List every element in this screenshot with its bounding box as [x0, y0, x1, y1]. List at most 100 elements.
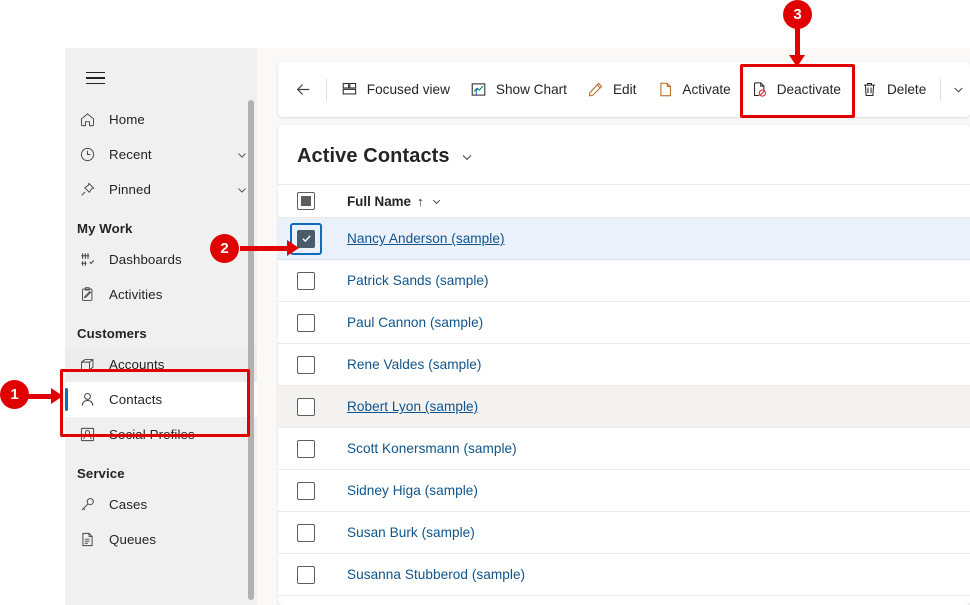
sidebar-item-recent[interactable]: Recent [65, 137, 257, 172]
contact-name-link[interactable]: Scott Konersmann (sample) [347, 441, 517, 456]
contact-name-link[interactable]: Susanna Stubberod (sample) [347, 567, 525, 582]
row-checkbox[interactable] [297, 398, 315, 416]
contact-name-link[interactable]: Paul Cannon (sample) [347, 315, 483, 330]
row-checkbox[interactable] [297, 356, 315, 374]
row-select-cell[interactable] [297, 482, 347, 500]
sidebar-item-queues[interactable]: Queues [65, 522, 257, 557]
activate-button[interactable]: Activate [646, 72, 740, 108]
table-row[interactable]: Paul Cannon (sample) [278, 302, 970, 344]
row-checkbox[interactable] [297, 566, 315, 584]
sidebar-item-accounts[interactable]: Accounts [65, 347, 257, 382]
table-row[interactable]: Susan Burk (sample) [278, 512, 970, 554]
show-chart-button[interactable]: Show Chart [460, 72, 577, 108]
edit-pencil-icon [587, 81, 605, 99]
more-commands-chevron-icon[interactable] [947, 73, 970, 107]
sidebar-item-label: Contacts [109, 392, 162, 407]
sidebar-item-pinned[interactable]: Pinned [65, 172, 257, 207]
contact-name-link[interactable]: Rene Valdes (sample) [347, 357, 481, 372]
row-select-cell[interactable] [297, 356, 347, 374]
sidebar-item-label: Activities [109, 287, 162, 302]
grid-header-row: Full Name ↑ [278, 184, 970, 218]
contact-name-link[interactable]: Susan Burk (sample) [347, 525, 475, 540]
back-arrow-icon[interactable] [290, 73, 316, 107]
table-row[interactable]: Rene Valdes (sample) [278, 344, 970, 386]
row-checkbox[interactable] [297, 440, 315, 458]
pin-icon [77, 180, 97, 200]
row-select-cell[interactable] [297, 524, 347, 542]
sidebar-item-label: Dashboards [109, 252, 182, 267]
command-label: Deactivate [777, 82, 841, 97]
clock-icon [77, 145, 97, 165]
sidebar-group-title-customers: Customers [65, 312, 257, 347]
table-row[interactable]: Patrick Sands (sample) [278, 260, 970, 302]
row-checkbox[interactable] [297, 314, 315, 332]
row-checkbox[interactable] [297, 272, 315, 290]
command-label: Edit [613, 82, 636, 97]
sort-ascending-icon: ↑ [417, 194, 424, 209]
contact-name-link[interactable]: Sidney Higa (sample) [347, 483, 478, 498]
view-selector[interactable]: Active Contacts [278, 125, 970, 184]
sidebar-item-label: Cases [109, 497, 147, 512]
sidebar-item-social-profiles[interactable]: Social Profiles [65, 417, 257, 452]
select-all-checkbox[interactable] [297, 192, 315, 210]
queues-icon [77, 530, 97, 550]
command-bar-divider [326, 79, 327, 101]
table-row[interactable]: Robert Lyon (sample) [278, 386, 970, 428]
chevron-down-icon[interactable] [459, 149, 475, 165]
sidebar-item-label: Queues [109, 532, 156, 547]
sidebar: Home Recent Pinn [65, 48, 257, 605]
focused-view-button[interactable]: Focused view [331, 72, 460, 108]
delete-button[interactable]: Delete [851, 72, 936, 108]
row-select-cell[interactable] [297, 314, 347, 332]
contact-name-link[interactable]: Patrick Sands (sample) [347, 273, 489, 288]
sidebar-item-label: Home [109, 112, 145, 127]
chevron-down-icon[interactable] [235, 148, 249, 162]
row-select-cell[interactable] [297, 272, 347, 290]
contacts-icon [77, 390, 97, 410]
chevron-down-icon[interactable] [235, 183, 249, 197]
command-label: Show Chart [496, 82, 567, 97]
chevron-down-icon[interactable] [430, 195, 443, 208]
table-row[interactable]: Scott Konersmann (sample) [278, 428, 970, 470]
grid-card: Active Contacts Full Name ↑ [278, 125, 970, 605]
command-label: Focused view [367, 82, 450, 97]
column-header-label: Full Name [347, 194, 411, 209]
deactivate-icon [751, 81, 769, 99]
row-select-cell[interactable] [297, 223, 347, 255]
row-checkbox[interactable] [297, 230, 315, 248]
main-content: Focused view Show Chart [257, 48, 970, 605]
row-checkbox[interactable] [297, 482, 315, 500]
table-row[interactable]: Nancy Anderson (sample) [278, 218, 970, 260]
annotation-badge-1: 1 [0, 380, 29, 409]
annotation-arrow-2 [240, 246, 288, 251]
contact-name-link[interactable]: Robert Lyon (sample) [347, 399, 478, 414]
cases-icon [77, 495, 97, 515]
sidebar-item-contacts[interactable]: Contacts [65, 382, 257, 417]
row-select-cell[interactable] [297, 398, 347, 416]
sidebar-item-home[interactable]: Home [65, 102, 257, 137]
dashboards-icon [77, 250, 97, 270]
hamburger-menu-icon[interactable] [75, 58, 115, 98]
sidebar-scrollbar[interactable] [248, 100, 254, 600]
page-title: Active Contacts [297, 145, 450, 168]
edit-button[interactable]: Edit [577, 72, 646, 108]
annotation-badge-3: 3 [783, 0, 812, 29]
annotation-arrow-3 [795, 26, 800, 56]
row-select-cell[interactable] [297, 440, 347, 458]
sidebar-item-activities[interactable]: Activities [65, 277, 257, 312]
column-header-full-name[interactable]: Full Name ↑ [347, 194, 443, 209]
deactivate-button[interactable]: Deactivate [741, 72, 851, 108]
row-select-cell[interactable] [297, 566, 347, 584]
app-root: Home Recent Pinn [0, 0, 970, 605]
sidebar-item-label: Recent [109, 147, 152, 162]
table-row[interactable]: Sidney Higa (sample) [278, 470, 970, 512]
sidebar-item-cases[interactable]: Cases [65, 487, 257, 522]
social-profiles-icon [77, 425, 97, 445]
row-checkbox[interactable] [297, 524, 315, 542]
home-icon [77, 110, 97, 130]
select-all-cell[interactable] [297, 192, 347, 210]
table-row[interactable]: Susanna Stubberod (sample) [278, 554, 970, 596]
contact-name-link[interactable]: Nancy Anderson (sample) [347, 231, 505, 246]
sidebar-group-title-service: Service [65, 452, 257, 487]
annotation-arrow-1 [28, 394, 52, 399]
